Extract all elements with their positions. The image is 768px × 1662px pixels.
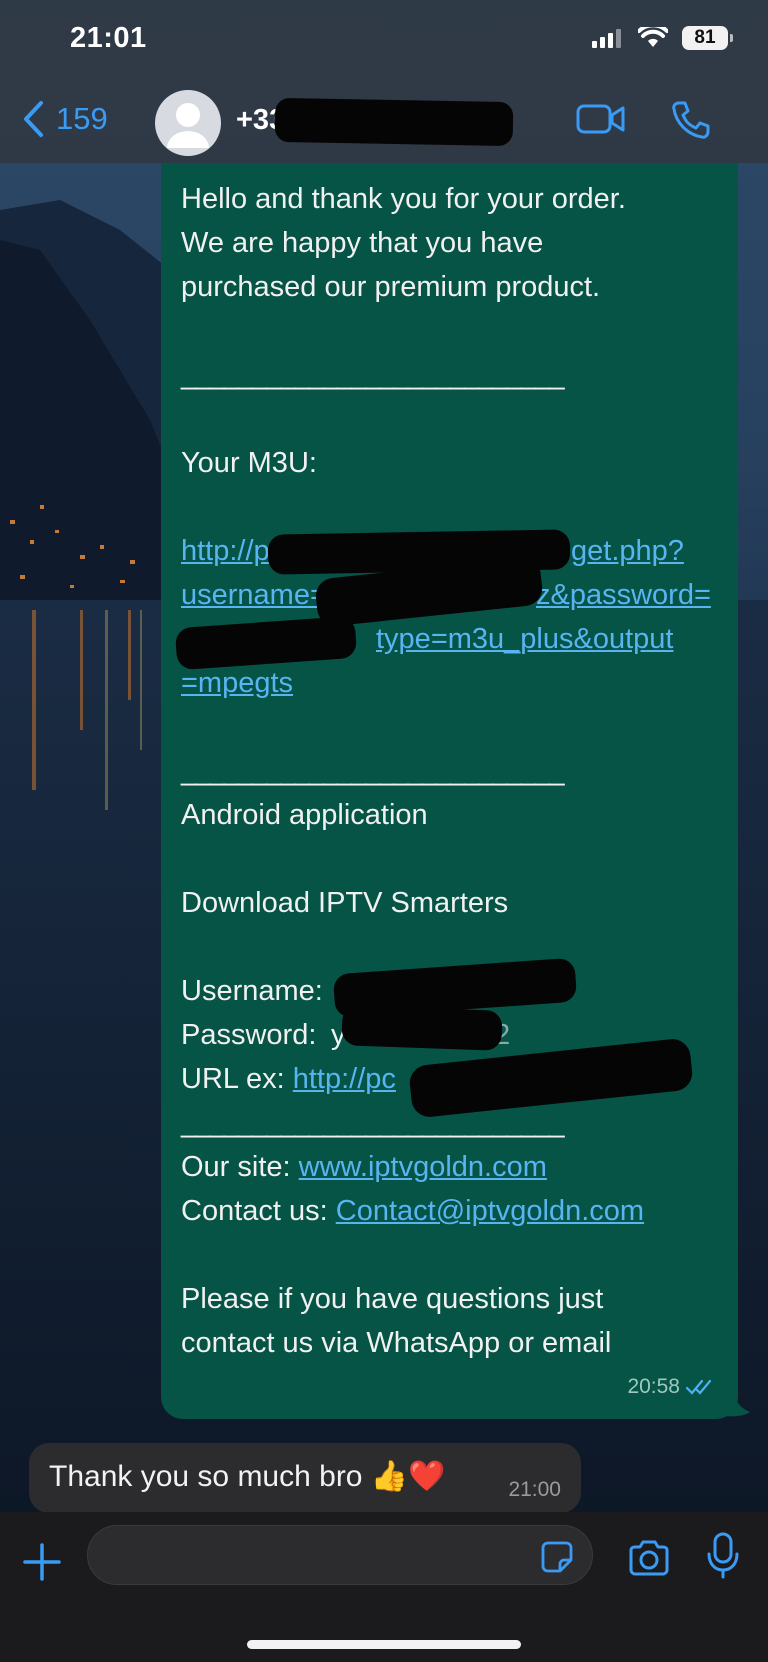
link-text[interactable]: type=m3u_plus&output	[376, 617, 673, 661]
contact-label: Contact us:	[181, 1195, 328, 1227]
sticker-icon[interactable]	[540, 1540, 574, 1574]
link-text[interactable]: =mpegts	[181, 667, 293, 699]
link-text[interactable]: http://p	[181, 535, 270, 567]
wifi-icon	[638, 27, 668, 47]
site-line: Our site: www.iptvgoldn.com	[181, 1145, 718, 1189]
status-icons: 81	[592, 26, 733, 50]
outgoing-message[interactable]: Hello and thank you for your order. We a…	[161, 163, 738, 1419]
avatar[interactable]	[155, 90, 221, 156]
double-check-icon	[686, 1379, 712, 1395]
m3u-label: Your M3U:	[181, 447, 317, 479]
redaction-mark	[274, 97, 514, 147]
message-time: 20:58	[627, 1375, 680, 1398]
message-time: 21:00	[508, 1478, 561, 1501]
incoming-message[interactable]: Thank you so much bro 👍❤️ 21:00	[29, 1443, 581, 1513]
phone-icon[interactable]	[670, 100, 710, 140]
battery-icon: 81	[682, 26, 733, 50]
m3u-link[interactable]: =mpegts	[181, 661, 718, 705]
status-time: 21:01	[70, 22, 147, 54]
message-text: Thank you so much bro 👍❤️	[49, 1460, 446, 1493]
message-line: Hello and thank you for your order.	[181, 183, 626, 215]
message-line: contact us via WhatsApp or email	[181, 1327, 612, 1359]
contact-line: Contact us: Contact@iptvgoldn.com	[181, 1189, 718, 1233]
site-link[interactable]: www.iptvgoldn.com	[299, 1151, 547, 1183]
plus-icon[interactable]	[22, 1542, 62, 1582]
url-label: URL ex:	[181, 1063, 285, 1095]
home-indicator	[247, 1640, 521, 1649]
message-line: purchased our premium product.	[181, 271, 601, 303]
link-text[interactable]: username=	[181, 579, 327, 611]
url-link[interactable]: http://pc	[293, 1063, 396, 1095]
message-meta: 20:58	[627, 1365, 716, 1409]
link-text[interactable]: get.php?	[571, 529, 684, 573]
username-label: Username:	[181, 975, 323, 1007]
back-count: 159	[56, 101, 108, 136]
message-input-container[interactable]	[87, 1525, 593, 1586]
separator-line: ___________________________	[181, 359, 564, 391]
message-line: Please if you have questions just	[181, 1283, 604, 1315]
message-line: We are happy that you have	[181, 227, 544, 259]
microphone-icon[interactable]	[705, 1532, 741, 1580]
separator-line: ___________________________	[181, 755, 564, 787]
chat-header: 21:01 81 159 +33	[0, 0, 768, 163]
download-label: Download IPTV Smarters	[181, 887, 509, 919]
camera-icon[interactable]	[627, 1540, 671, 1576]
redaction-mark	[341, 1005, 503, 1051]
password-label: Password:	[181, 1019, 317, 1051]
android-label: Android application	[181, 799, 428, 831]
contact-link[interactable]: Contact@iptvgoldn.com	[336, 1195, 644, 1227]
message-input[interactable]	[110, 1526, 514, 1586]
chevron-left-icon	[24, 101, 43, 137]
site-label: Our site:	[181, 1151, 291, 1183]
person-icon	[167, 103, 209, 148]
signal-icon	[592, 29, 621, 48]
back-button[interactable]: 159	[22, 100, 108, 138]
video-call-icon[interactable]	[576, 102, 626, 136]
link-text[interactable]: z&password=	[536, 573, 711, 617]
